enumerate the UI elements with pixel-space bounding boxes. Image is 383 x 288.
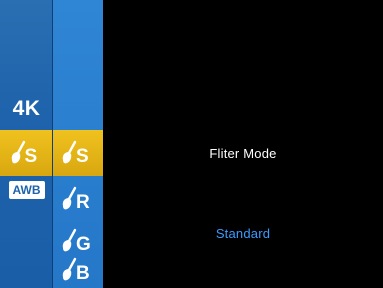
filter-option-letter: S (76, 146, 89, 167)
filter-brush-icon: B (61, 255, 95, 285)
awb-menu-item[interactable]: AWB (0, 176, 53, 204)
panel-title: Fliter Mode (209, 146, 277, 161)
main-menu-column: 4K S AWB (0, 0, 53, 288)
filter-option-letter: R (76, 192, 90, 213)
awb-label: AWB (8, 181, 45, 199)
filter-brush-icon: S (61, 138, 95, 168)
resolution-label: 4K (12, 97, 41, 120)
filter-option-blue[interactable]: B (53, 252, 103, 288)
resolution-menu-item[interactable]: 4K (0, 86, 53, 132)
filter-mode-menu-item[interactable]: S (0, 130, 53, 176)
filter-option-red[interactable]: R (53, 176, 103, 222)
filter-letter: S (24, 146, 38, 167)
filter-options-column: S R G B (53, 0, 103, 288)
filter-option-letter: B (76, 263, 90, 284)
camera-menu-screen: 4K S AWB S R G B Fliter Mode Standard (0, 0, 383, 288)
selected-filter-value[interactable]: Standard (103, 226, 383, 241)
info-panel: Fliter Mode Standard (103, 0, 383, 288)
filter-brush-icon: R (61, 184, 95, 214)
filter-brush-icon: S (10, 138, 44, 168)
filter-option-standard[interactable]: S (53, 130, 103, 176)
